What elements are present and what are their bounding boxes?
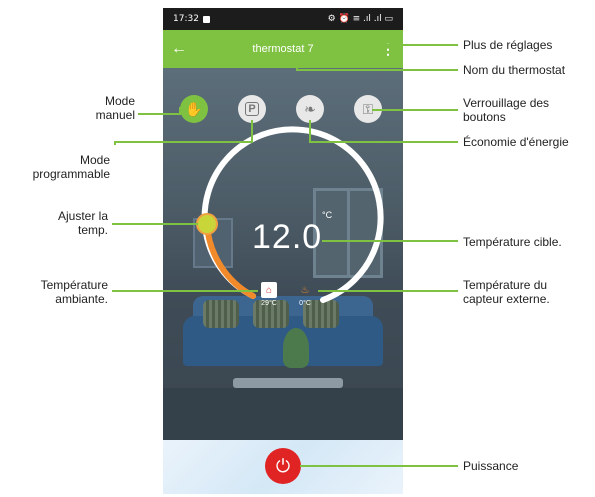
label-more-settings: Plus de réglages bbox=[463, 38, 553, 52]
label-external-sensor: Température du capteur externe. bbox=[463, 278, 550, 306]
label-target-temp: Température cible. bbox=[463, 235, 562, 249]
label-programmable-mode: Mode programmable bbox=[32, 153, 110, 181]
label-button-lock: Verrouillage des boutons bbox=[463, 96, 550, 124]
label-manual-mode: Mode manuel bbox=[95, 94, 135, 122]
label-ambient-temp: Température ambiante. bbox=[40, 278, 108, 306]
label-thermostat-name: Nom du thermostat bbox=[463, 63, 566, 77]
label-power: Puissance bbox=[463, 459, 519, 473]
label-energy-saving: Économie d'énergie bbox=[463, 135, 569, 149]
label-adjust-temp: Ajuster la temp. bbox=[57, 209, 108, 237]
